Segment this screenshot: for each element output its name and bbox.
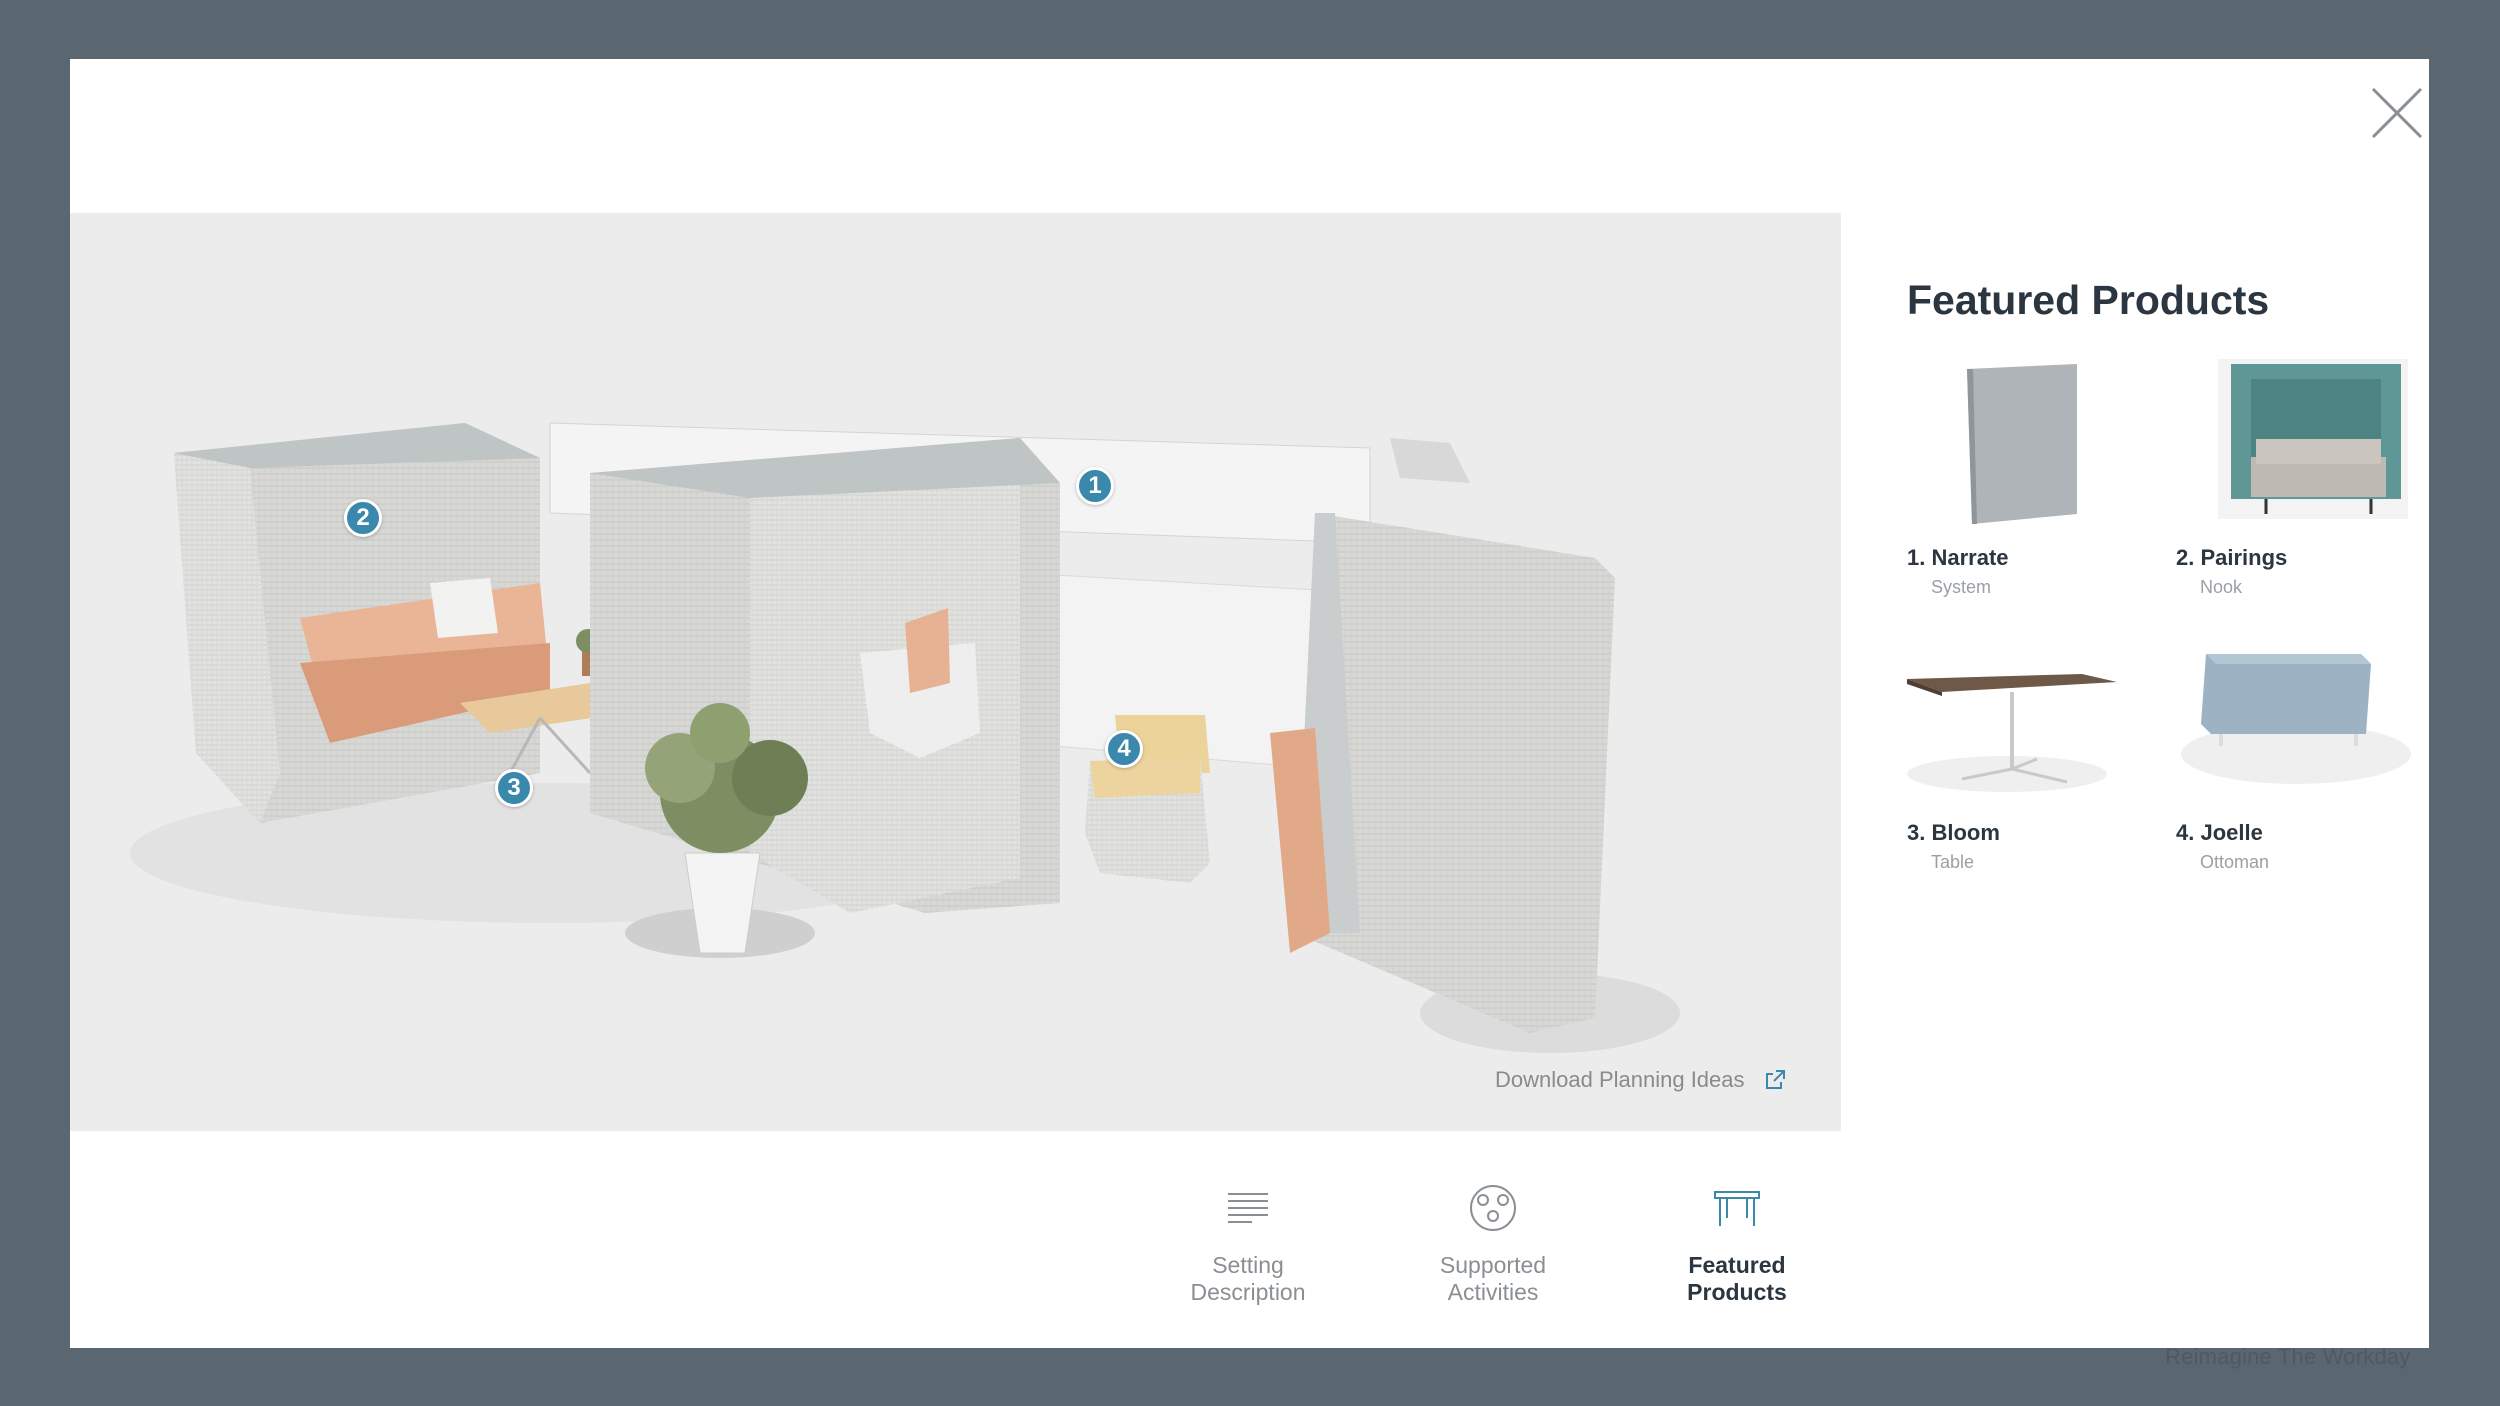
- scene-illustration-panel: 1 2 3 4 Download Planning Ideas: [70, 213, 1841, 1131]
- tab-label-line2: Activities: [1447, 1279, 1539, 1305]
- product-type: Ottoman: [2200, 852, 2270, 872]
- people-group-icon: [1470, 1185, 1516, 1231]
- hotspot-marker-3[interactable]: 3: [495, 769, 533, 807]
- hotspot-marker-1[interactable]: 1: [1076, 467, 1114, 505]
- product-pairings[interactable]: 2. Pairings Nook: [2176, 359, 2416, 598]
- product-thumbnail: [2176, 359, 2416, 535]
- text-lines-icon: [1228, 1193, 1268, 1223]
- product-type: Nook: [2200, 577, 2243, 597]
- product-joelle[interactable]: 4. Joelle Ottoman: [2176, 634, 2416, 873]
- close-icon: [2371, 87, 2423, 139]
- tab-label-line1: Setting: [1212, 1252, 1284, 1278]
- download-label: Download Planning Ideas: [1495, 1067, 1745, 1092]
- tab-featured-products[interactable]: Featured Products: [1652, 1182, 1822, 1306]
- tab-label-line2: Products: [1687, 1279, 1787, 1305]
- product-name: 4. Joelle: [2176, 820, 2263, 845]
- product-type: Table: [1931, 852, 1975, 872]
- close-button[interactable]: [2365, 81, 2429, 145]
- product-thumbnail: [1907, 634, 2147, 810]
- tab-label-line1: Supported: [1439, 1252, 1547, 1278]
- table-icon: [1714, 1191, 1760, 1226]
- tab-label-line2: Description: [1190, 1279, 1306, 1305]
- tab-supported-activities[interactable]: Supported Activities: [1408, 1182, 1578, 1306]
- product-thumbnail: [2176, 634, 2416, 810]
- hotspot-marker-2[interactable]: 2: [344, 499, 382, 537]
- product-name: 3. Bloom: [1907, 820, 2000, 845]
- hotspot-marker-4[interactable]: 4: [1105, 730, 1143, 768]
- featured-products-title: Featured Products: [1907, 277, 2270, 323]
- tab-label-line1: Featured: [1688, 1252, 1786, 1278]
- download-planning-ideas-link[interactable]: Download Planning Ideas: [1495, 1067, 1787, 1093]
- furniture-illustration: [130, 422, 1680, 1053]
- product-type: System: [1931, 577, 1992, 597]
- modal-dialog: 1 2 3 4 Download Planning Ideas Featured…: [70, 59, 2429, 1348]
- external-link-icon: [1765, 1070, 1785, 1089]
- product-name: 2. Pairings: [2176, 545, 2288, 570]
- product-bloom[interactable]: 3. Bloom Table: [1907, 634, 2147, 873]
- product-thumbnail: [1907, 359, 2147, 535]
- product-name: 1. Narrate: [1907, 545, 2009, 570]
- tab-setting-description[interactable]: Setting Description: [1163, 1182, 1333, 1306]
- product-narrate[interactable]: 1. Narrate System: [1907, 359, 2147, 598]
